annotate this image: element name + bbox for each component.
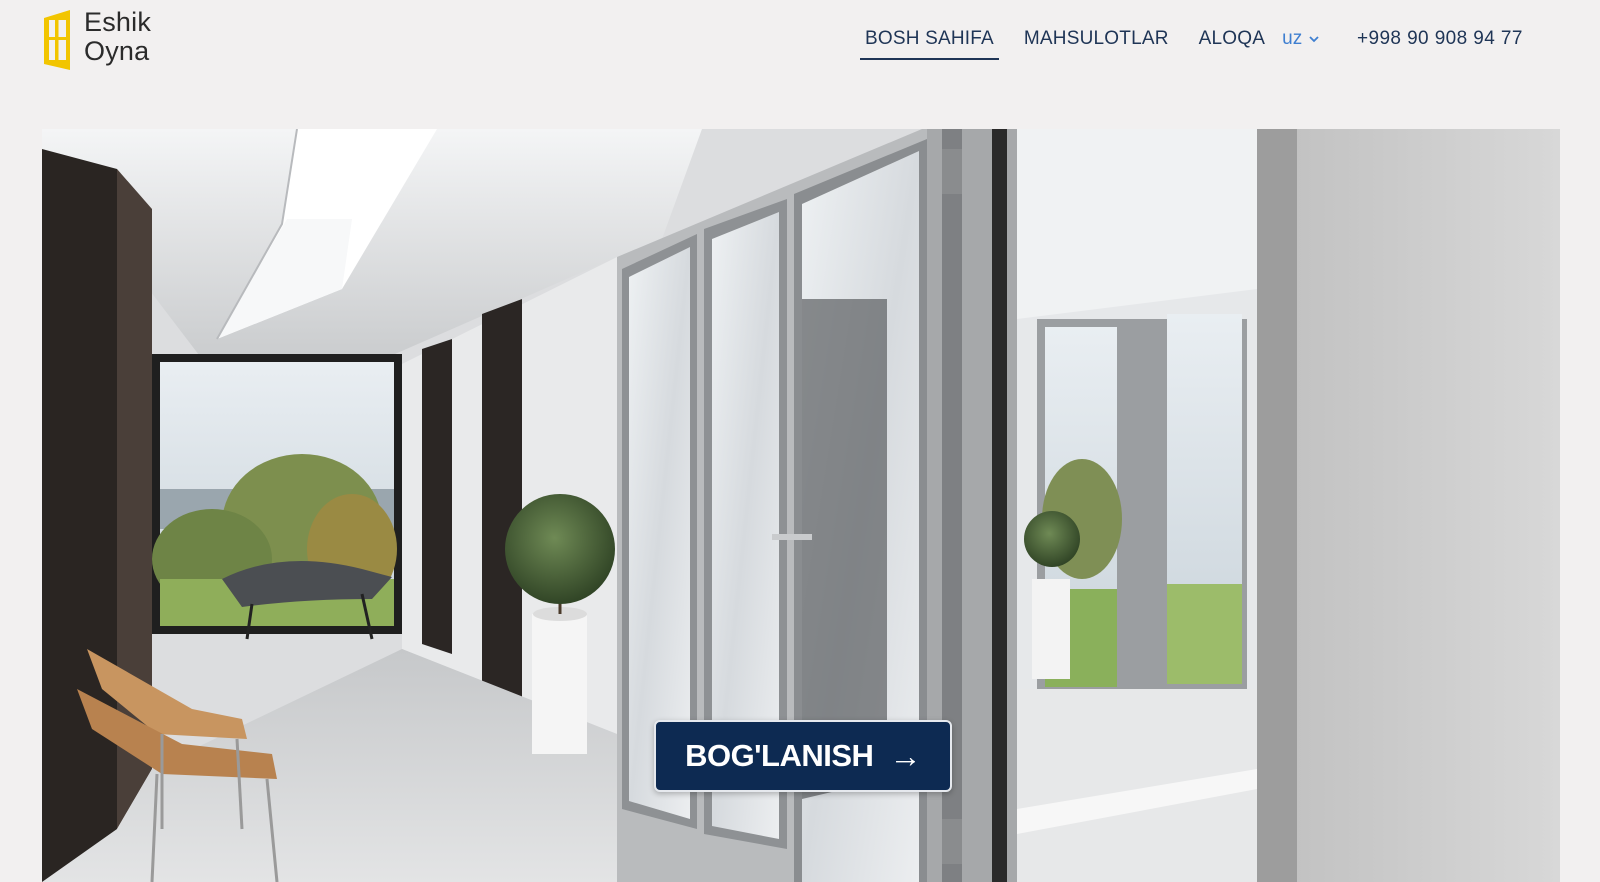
nav-item-contact[interactable]: ALOQA: [1194, 22, 1270, 60]
brand-line-2: Oyna: [84, 36, 150, 66]
phone-link[interactable]: +998 90 908 94 77: [1357, 28, 1523, 50]
nav-item-products[interactable]: MAHSULOTLAR: [1019, 22, 1174, 60]
cta-label: BOG'LANISH: [685, 738, 874, 773]
main-nav: BOSH SAHIFA MAHSULOTLAR ALOQA uz: [860, 22, 1322, 60]
language-label: uz: [1282, 28, 1303, 49]
chevron-down-icon: [1309, 36, 1319, 43]
brand-line-1: Eshik: [84, 7, 152, 37]
language-selector[interactable]: uz: [1280, 22, 1322, 60]
contact-cta-button[interactable]: BOG'LANISH →: [654, 720, 952, 792]
nav-item-home[interactable]: BOSH SAHIFA: [860, 22, 999, 60]
site-header: Eshik Oyna BOSH SAHIFA MAHSULOTLAR ALOQA…: [0, 0, 1600, 100]
brand-name: Eshik Oyna: [84, 8, 151, 66]
brand-logo[interactable]: Eshik Oyna: [42, 8, 151, 72]
door-window-logo-icon: [44, 10, 70, 70]
arrow-right-icon: →: [889, 738, 921, 774]
